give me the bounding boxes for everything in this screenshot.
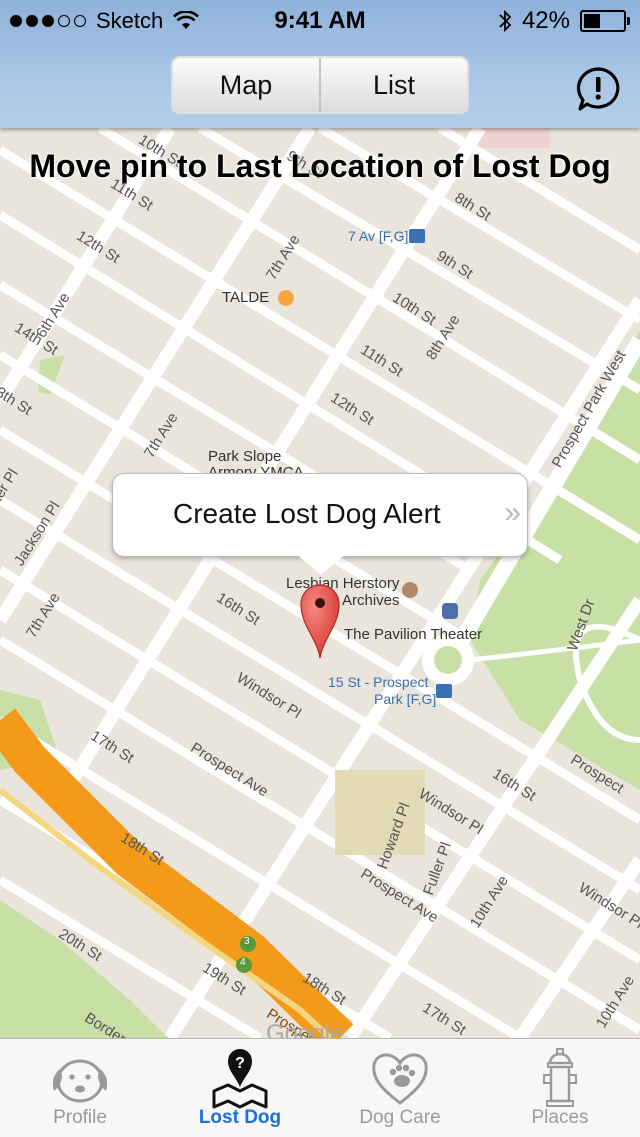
heart-paw-icon	[372, 1053, 428, 1105]
map-label: The Pavilion Theater	[344, 626, 483, 643]
callout-pointer	[295, 553, 347, 575]
route-shield-4: 4	[240, 957, 246, 968]
map-label: TALDE	[222, 289, 270, 306]
map-label: Park [F,G]	[374, 691, 437, 707]
tab-label: Places	[531, 1107, 589, 1128]
double-chevron-right-icon: »	[504, 496, 520, 529]
route-shield-3: 3	[244, 936, 250, 947]
map-list-segmented-control[interactable]: Map List	[171, 56, 469, 114]
segment-list[interactable]: List	[319, 58, 467, 112]
lost-dog-map-icon: ?	[212, 1049, 268, 1109]
status-right: 42%	[498, 7, 630, 35]
create-lost-dog-alert-callout[interactable]: Create Lost Dog Alert »	[112, 473, 528, 557]
map-label: 7 Av [F,G]	[348, 228, 409, 244]
callout-label: Create Lost Dog Alert	[173, 498, 441, 529]
instruction-banner: Move pin to Last Location of Lost Dog	[29, 148, 611, 184]
tab-label: Lost Dog	[198, 1107, 282, 1128]
fire-hydrant-icon	[543, 1048, 577, 1107]
tab-label: Dog Care	[359, 1107, 441, 1128]
bluetooth-icon	[499, 9, 512, 33]
battery-icon	[580, 10, 630, 32]
tab-places[interactable]: Places	[480, 1039, 640, 1137]
svg-text:?: ?	[235, 1055, 245, 1072]
segment-map[interactable]: Map	[173, 58, 319, 112]
map-label: 15 St - Prospect	[328, 674, 429, 690]
tab-dog-care[interactable]: Dog Care	[320, 1039, 480, 1137]
tab-label: Profile	[53, 1107, 107, 1128]
tab-profile[interactable]: Profile	[0, 1039, 160, 1137]
battery-percent: 42%	[521, 7, 570, 34]
google-logo: Google	[266, 1020, 344, 1038]
status-bar: Sketch 9:41 AM 42%	[0, 0, 640, 40]
map-label: Archives	[342, 592, 400, 609]
speech-exclamation-icon[interactable]	[575, 66, 621, 112]
tab-bar: Profile ? Lost Dog Dog Care Places	[0, 1038, 640, 1137]
map-label: Park Slope	[208, 448, 282, 465]
nav-header: Sketch 9:41 AM 42% Map List	[0, 0, 640, 128]
tab-lost-dog[interactable]: ? Lost Dog	[160, 1039, 320, 1137]
dog-face-icon	[52, 1059, 108, 1103]
map-pin-icon[interactable]	[299, 582, 341, 660]
